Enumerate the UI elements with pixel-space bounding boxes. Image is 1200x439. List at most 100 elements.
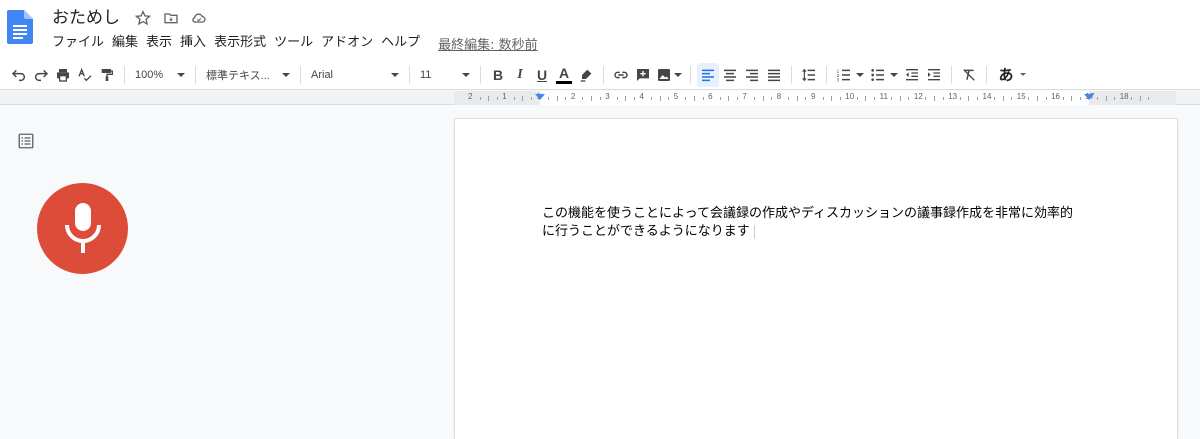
ruler-tick [625,96,627,101]
ruler-number: 5 [673,92,679,101]
toolbar-divider [409,65,410,84]
clear-formatting-icon[interactable] [958,63,980,87]
line-spacing-icon[interactable] [798,63,820,87]
document-body[interactable]: この機能を使うことによって会議録の作成やディスカッションの議事録作成を非常に効率… [542,205,1102,241]
ruler-tick [865,96,867,101]
text-color-glyph: A [558,64,570,81]
menu-tools[interactable]: ツール [272,33,319,53]
ruler-tick [582,97,584,100]
zoom-select[interactable]: 100% [131,63,189,87]
chevron-down-icon [462,72,470,77]
paint-format-icon[interactable] [96,63,118,87]
toolbar-divider [603,65,604,84]
star-icon[interactable] [133,8,153,28]
ruler-tick [796,96,798,101]
left-indent-marker[interactable] [535,94,545,100]
menu-addons[interactable]: アドオン [319,33,379,53]
ruler[interactable]: 2 1 1 2 3 4 5 6 7 8 9 10 11 12 13 14 15 16 17 18 [0,91,1200,105]
ruler-tick [668,97,670,100]
menu-help[interactable]: ヘルプ [379,33,426,53]
chevron-down-icon [856,72,864,77]
ruler-tick [831,96,833,101]
ruler-number: 4 [639,92,644,101]
bulleted-list-icon[interactable] [867,63,901,87]
document-title[interactable]: おためし [52,6,120,30]
insert-image-icon[interactable] [654,63,684,87]
ruler-tick [925,97,927,100]
document-page[interactable]: この機能を使うことによって会議録の作成やディスカッションの議事録作成を非常に効率… [455,119,1177,439]
ruler-tick [1148,97,1150,100]
ruler-tick [891,97,893,100]
svg-text:3: 3 [837,77,840,82]
ruler-tick [565,97,567,100]
menu-view[interactable]: 表示 [144,33,178,53]
move-to-folder-icon[interactable] [161,8,181,28]
ruler-tick [874,97,876,100]
ruler-tick [591,96,593,101]
ruler-tick [968,96,970,101]
redo-icon[interactable] [30,63,52,87]
text-color-button[interactable]: A [553,63,575,87]
align-left-icon[interactable] [697,62,719,87]
document-line[interactable]: この機能を使うことによって会議録の作成やディスカッションの議事録作成を非常に効率… [542,205,1102,223]
document-outline-icon[interactable] [17,132,35,154]
ruler-number: 9 [811,92,816,101]
ruler-number: 2 [468,92,473,101]
app-header: おためし ファイル 編集 表示 挿入 表示形式 ツール アドオン ヘルプ 最終編… [0,0,1200,60]
ruler-tick [479,97,481,100]
ruler-tick [976,97,978,100]
bold-button[interactable]: B [487,63,509,87]
spellcheck-icon[interactable] [74,63,96,87]
link-icon[interactable] [610,63,632,87]
align-center-icon[interactable] [719,63,741,87]
align-right-icon[interactable] [741,63,763,87]
cloud-saved-icon[interactable] [189,8,209,28]
ruler-tick [1114,97,1116,100]
toolbar-divider [124,65,125,84]
chevron-down-icon [890,72,898,77]
font-size-select[interactable]: 11 [416,63,474,87]
align-justify-icon[interactable] [763,63,785,87]
add-comment-icon[interactable] [632,63,654,87]
ruler-tick [659,96,661,101]
last-edit-link[interactable]: 最終編集: 数秒前 [438,34,538,53]
document-line-text: に行うことができるようになります [542,224,750,239]
ruler-tick [1139,96,1141,101]
menu-edit[interactable]: 編集 [110,33,144,53]
ruler-tick [736,97,738,100]
font-size-value: 11 [420,68,432,81]
decrease-indent-icon[interactable] [901,63,923,87]
input-tools-button[interactable]: あ [993,63,1031,87]
ruler-tick [934,96,936,101]
print-icon[interactable] [52,63,74,87]
ruler-tick [651,97,653,100]
menu-bar: ファイル 編集 表示 挿入 表示形式 ツール アドオン ヘルプ 最終編集: 数秒… [50,33,538,53]
voice-typing-mic-button[interactable] [37,183,128,274]
font-select[interactable]: Arial [307,63,403,87]
numbered-list-icon[interactable]: 123 [833,63,867,87]
ruler-number: 7 [742,92,747,101]
menu-format[interactable]: 表示形式 [212,33,272,53]
highlight-icon[interactable] [575,63,597,87]
ruler-tick [685,97,687,100]
menu-insert[interactable]: 挿入 [178,33,212,53]
ruler-tick [702,97,704,100]
italic-button[interactable]: I [509,63,531,87]
ruler-number: 18 [1119,92,1129,101]
paragraph-style-select[interactable]: 標準テキス... [202,63,294,87]
font-value: Arial [311,68,334,81]
ruler-tick [513,97,515,100]
right-indent-marker[interactable] [1084,94,1094,100]
document-line[interactable]: に行うことができるようになります [542,223,1102,241]
ruler-tick [548,97,550,100]
increase-indent-icon[interactable] [923,63,945,87]
chevron-down-icon [282,72,290,77]
ruler-tick [1071,96,1073,101]
ruler-tick [1131,97,1133,100]
underline-button[interactable]: U [531,63,553,87]
menu-file[interactable]: ファイル [50,33,110,53]
ruler-tick [556,96,558,101]
text-color-swatch [556,80,572,84]
undo-icon[interactable] [8,63,30,87]
google-docs-logo-icon[interactable] [7,10,33,44]
